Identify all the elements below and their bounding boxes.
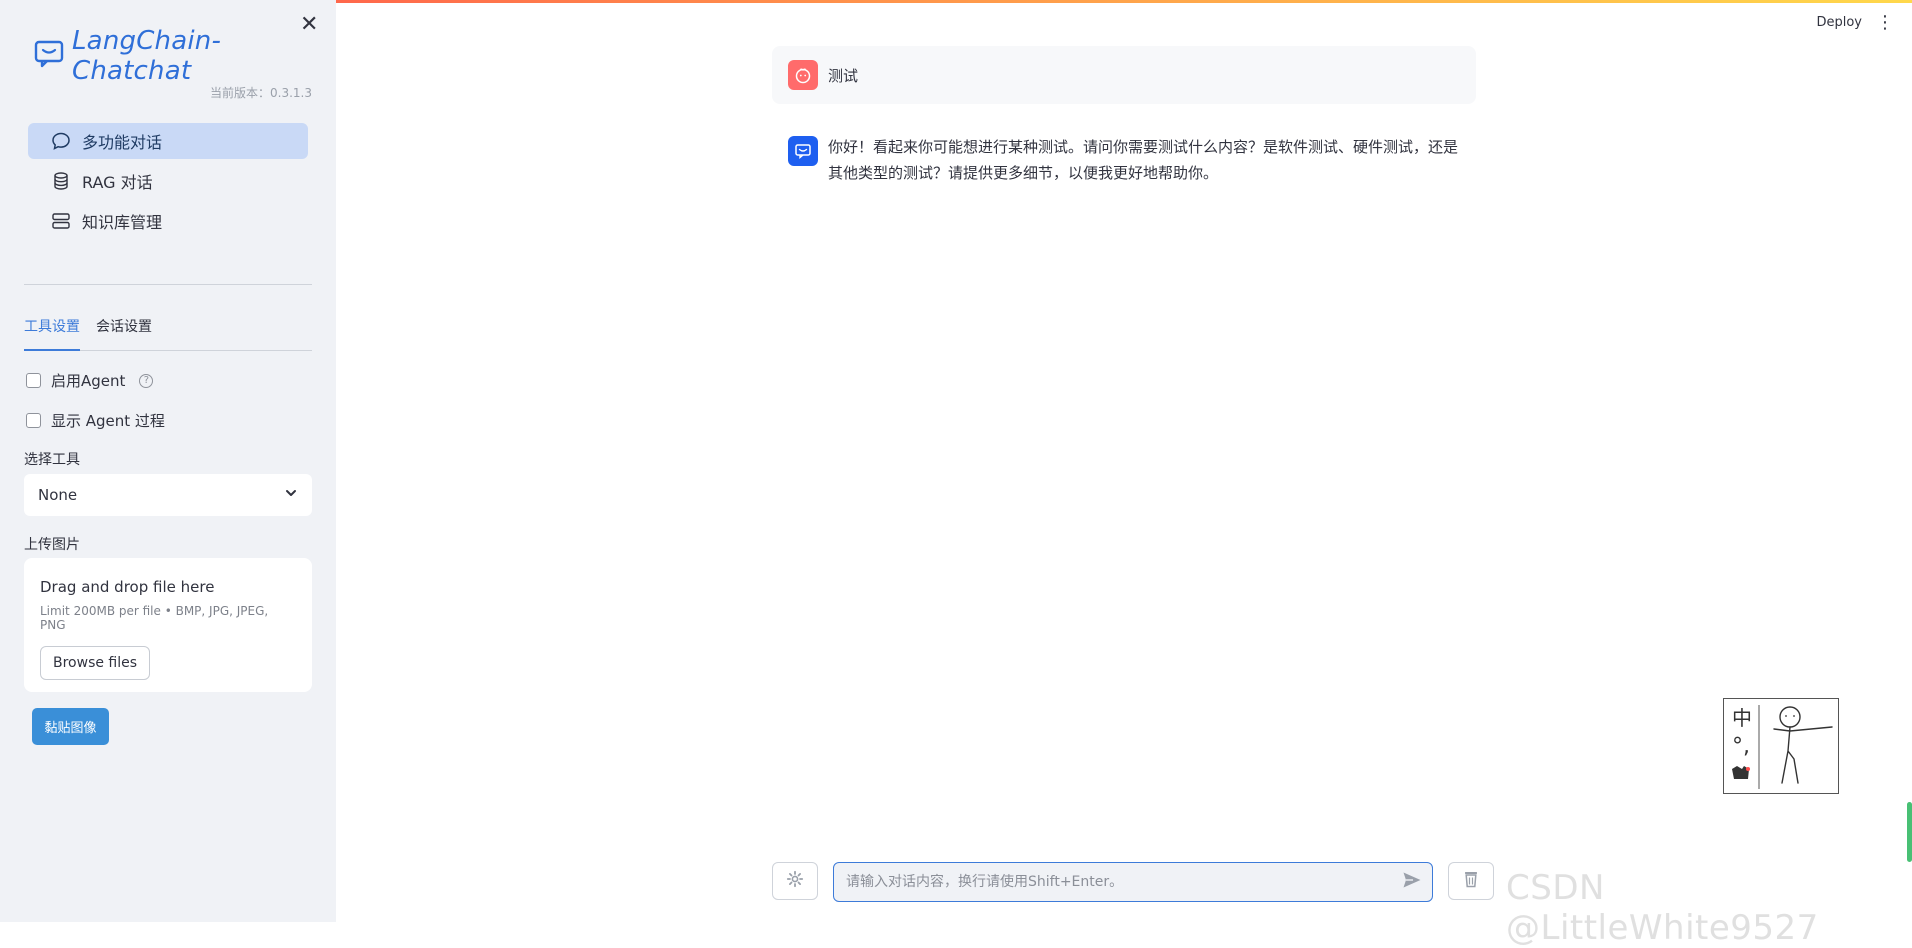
tool-select[interactable]: None (24, 474, 312, 516)
sidebar: ✕ LangChain-Chatchat 当前版本：0.3.1.3 多功能对话 … (0, 0, 336, 922)
paste-image-button[interactable]: 黏贴图像 (32, 708, 109, 745)
database-icon (50, 170, 72, 192)
user-message: 测试 (772, 46, 1476, 104)
enable-agent-checkbox-row[interactable]: 启用Agent ? (26, 370, 154, 391)
tool-select-value: None (38, 486, 78, 504)
version-label: 当前版本：0.3.1.3 (210, 86, 312, 100)
send-icon[interactable] (1402, 871, 1422, 893)
user-message-text: 测试 (828, 66, 859, 85)
server-icon (50, 210, 72, 232)
settings-tabs: 工具设置 会话设置 (24, 316, 312, 351)
show-agent-process-label: 显示 Agent 过程 (51, 412, 165, 430)
select-tool-label: 选择工具 (24, 452, 80, 468)
enable-agent-checkbox[interactable] (26, 373, 41, 388)
assistant-message: 你好！看起来你可能想进行某种测试。请问你需要测试什么内容？是软件测试、硬件测试，… (788, 136, 1468, 186)
nav-item-rag-chat[interactable]: RAG 对话 (28, 163, 308, 199)
tab-session-settings[interactable]: 会话设置 (96, 316, 152, 350)
upload-image-label: 上传图片 (24, 537, 80, 553)
trash-icon (1463, 870, 1479, 892)
upload-limit-text: Limit 200MB per file • BMP, JPG, JPEG, P… (40, 604, 269, 632)
sidebar-divider (24, 284, 312, 285)
nav-item-label: RAG 对话 (82, 173, 153, 192)
deploy-button[interactable]: Deploy (1816, 15, 1862, 30)
chat-settings-button[interactable] (772, 862, 818, 900)
enable-agent-label: 启用Agent (51, 372, 126, 390)
sketch-char-1: 中 (1732, 706, 1752, 730)
watermark: CSDN @LittleWhite9527 (1506, 868, 1819, 948)
clear-chat-button[interactable] (1448, 862, 1494, 900)
nav-item-label: 知识库管理 (82, 213, 163, 232)
gear-icon (786, 870, 804, 892)
logo: LangChain-Chatchat (34, 26, 336, 86)
nav-item-label: 多功能对话 (82, 133, 163, 152)
user-avatar (788, 60, 818, 90)
stick-figure-sketch: 中 °, (1723, 698, 1839, 794)
chat-input-box[interactable] (833, 862, 1433, 902)
tab-tool-settings[interactable]: 工具设置 (24, 316, 80, 351)
scrollbar-indicator[interactable] (1907, 802, 1912, 862)
main-menu-icon[interactable]: ⋮ (1876, 13, 1894, 33)
logo-text: LangChain-Chatchat (72, 26, 222, 86)
show-agent-process-checkbox-row[interactable]: 显示 Agent 过程 (26, 410, 165, 431)
show-agent-process-checkbox[interactable] (26, 413, 41, 428)
nav-item-knowledge-base[interactable]: 知识库管理 (28, 203, 308, 239)
file-uploader-dropzone[interactable]: Drag and drop file here Limit 200MB per … (24, 558, 312, 692)
chat-input[interactable] (844, 873, 1388, 891)
browse-files-button[interactable]: Browse files (40, 646, 151, 680)
drag-drop-text: Drag and drop file here (40, 578, 215, 596)
chat-logo-icon (34, 40, 64, 72)
chevron-down-icon (284, 486, 298, 504)
sketch-char-2: °, (1732, 734, 1750, 759)
assistant-message-text: 你好！看起来你可能想进行某种测试。请问你需要测试什么内容？是软件测试、硬件测试，… (828, 138, 1459, 182)
chat-bubble-icon (50, 130, 72, 152)
help-icon[interactable]: ? (139, 373, 154, 388)
assistant-avatar (788, 136, 818, 166)
nav-item-multi-chat[interactable]: 多功能对话 (28, 123, 308, 159)
